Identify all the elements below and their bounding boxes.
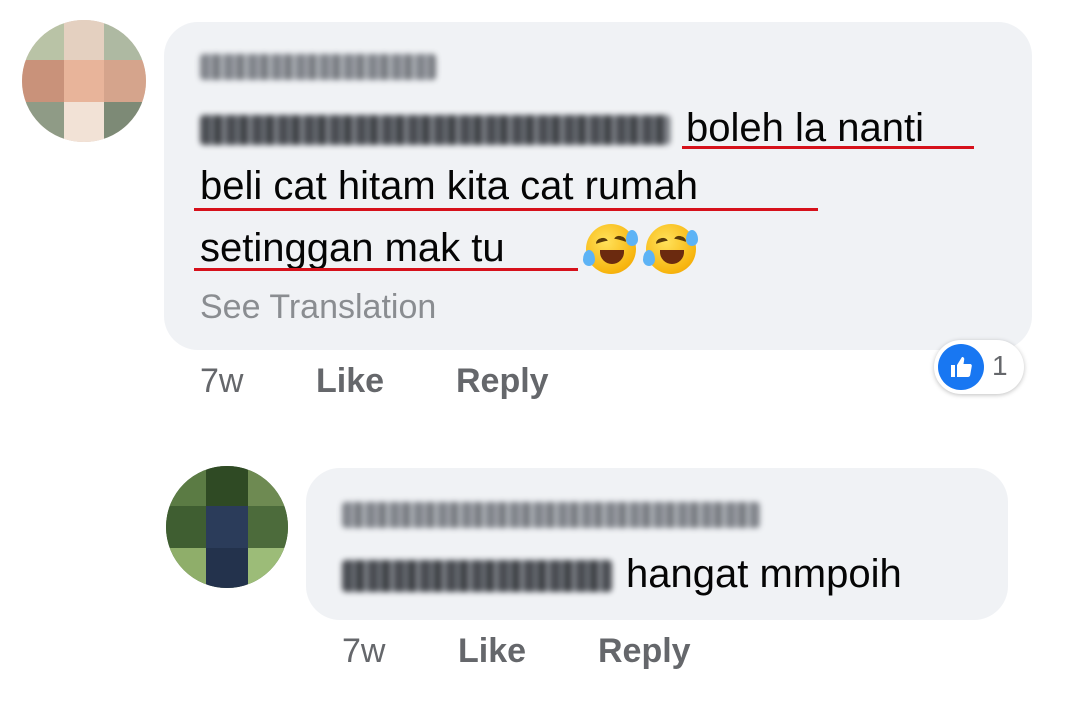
commenter-avatar[interactable] (22, 20, 146, 142)
reply-like-button[interactable]: Like (458, 632, 526, 671)
thumbs-up-icon (938, 344, 984, 390)
see-translation-link[interactable]: See Translation (200, 288, 436, 327)
comment-timestamp[interactable]: 7w (200, 362, 243, 401)
text-underline-1 (682, 146, 974, 149)
reply-text: hangat mmpoih (626, 552, 902, 596)
comment-text-line-3: setinggan mak tu (200, 226, 505, 270)
reaction-summary[interactable]: 1 (934, 340, 1024, 394)
reply-timestamp[interactable]: 7w (342, 632, 385, 671)
commenter-name-blurred[interactable] (200, 54, 436, 80)
text-underline-2 (194, 208, 818, 211)
like-button[interactable]: Like (316, 362, 384, 401)
reaction-count: 1 (992, 350, 1008, 381)
laughing-emoji-icon (583, 224, 638, 274)
comment-text-line-1: boleh la nanti (686, 106, 924, 150)
replier-name-blurred[interactable] (342, 502, 760, 528)
tagged-name-blurred[interactable] (200, 115, 670, 145)
reply-reply-button[interactable]: Reply (598, 632, 691, 671)
reply-tagged-name-blurred[interactable] (342, 560, 612, 592)
replier-avatar[interactable] (166, 466, 288, 588)
reply-button[interactable]: Reply (456, 362, 549, 401)
laughing-emoji-icon (643, 224, 698, 274)
comment-text-line-2: beli cat hitam kita cat rumah (200, 164, 698, 208)
text-underline-3 (194, 268, 578, 271)
